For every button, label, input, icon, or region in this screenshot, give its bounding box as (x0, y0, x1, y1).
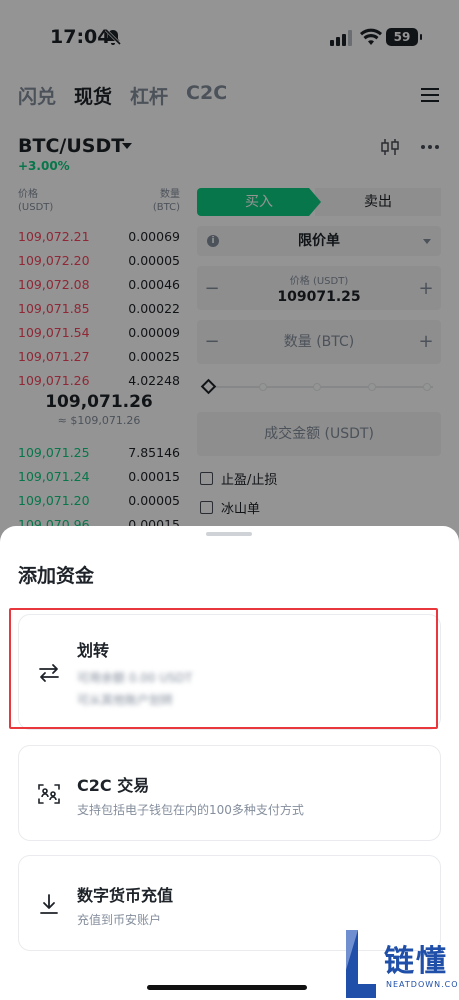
watermark: 链懂 NEATDOWN.COM (344, 930, 459, 1000)
c2c-icon (38, 784, 60, 804)
watermark-subtext: NEATDOWN.COM (386, 980, 459, 989)
highlight-box (9, 608, 438, 729)
sheet-title: 添加资金 (18, 565, 95, 587)
deposit-title: 数字货币充值 (77, 886, 174, 905)
c2c-title: C2C 交易 (77, 776, 150, 795)
watermark-logo-icon (346, 930, 376, 998)
deposit-icon (40, 894, 58, 914)
sheet-grabber[interactable] (206, 532, 252, 536)
c2c-option[interactable]: C2C 交易 支持包括电子钱包在内的100多种支付方式 (18, 745, 441, 841)
watermark-text: 链懂 (384, 944, 448, 979)
add-funds-sheet: 添加资金 划转 可用余额 0.00 USDT 可从其他账户划转 C2C 交易 支… (0, 526, 459, 1000)
c2c-subtitle: 支持包括电子钱包在内的100多种支付方式 (77, 803, 304, 817)
deposit-subtitle: 充值到币安账户 (77, 913, 162, 927)
home-indicator[interactable] (147, 985, 307, 990)
